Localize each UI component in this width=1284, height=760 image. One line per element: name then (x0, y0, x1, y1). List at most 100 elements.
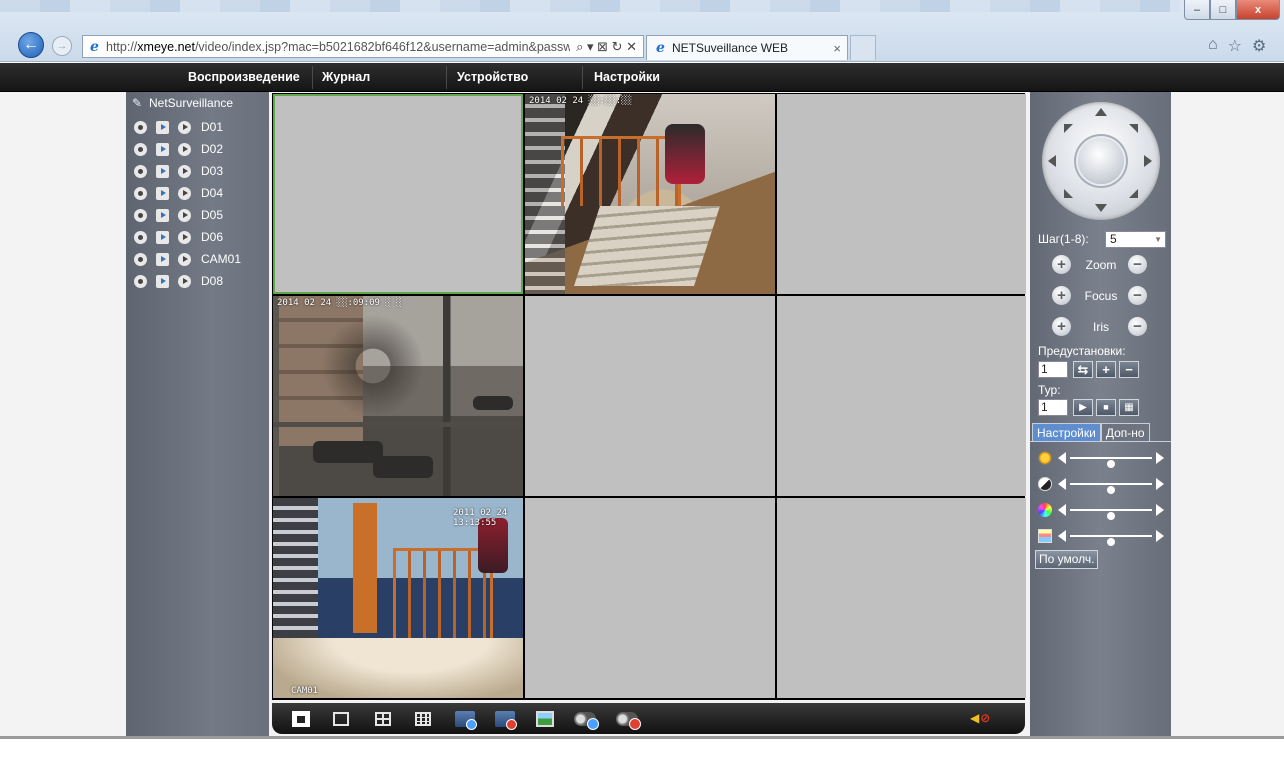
slider-track[interactable] (1070, 457, 1152, 468)
zoom-out-minus-icon[interactable]: − (1128, 255, 1147, 274)
increase-arrow-icon[interactable] (1156, 478, 1164, 490)
favorites-star-icon[interactable]: ☆ (1228, 36, 1242, 56)
channel-row[interactable]: D05 (134, 206, 223, 224)
channel-row[interactable]: D02 (134, 140, 223, 158)
open-arrow-icon[interactable] (178, 230, 191, 244)
browser-tab[interactable]: e NETSuveillance WEB × (646, 35, 848, 60)
step-select[interactable]: 5 (1105, 231, 1166, 248)
channel-row[interactable]: D03 (134, 162, 223, 180)
preset-add-button[interactable]: + (1096, 361, 1116, 378)
address-bar[interactable]: e http://xmeye.net/video/index.jsp?mac=b… (82, 35, 644, 58)
open-arrow-icon[interactable] (178, 274, 191, 288)
play-icon[interactable] (156, 120, 169, 134)
slider-knob[interactable] (1107, 460, 1115, 468)
start-record-button[interactable] (574, 709, 599, 730)
slider-knob[interactable] (1107, 512, 1115, 520)
increase-arrow-icon[interactable] (1156, 504, 1164, 516)
increase-arrow-icon[interactable] (1156, 530, 1164, 542)
play-icon[interactable] (156, 142, 169, 156)
tab-extra[interactable]: Доп-но (1100, 423, 1150, 442)
iris-plus-icon[interactable]: + (1052, 317, 1071, 336)
address-bar-actions[interactable]: ⌕ ▾ ⊠ ↻ ✕ (570, 39, 643, 55)
slider-knob[interactable] (1107, 486, 1115, 494)
slider-knob[interactable] (1107, 538, 1115, 546)
preset-remove-button[interactable]: − (1119, 361, 1139, 378)
url-text[interactable]: http://xmeye.net/video/index.jsp?mac=b50… (106, 40, 570, 54)
ptz-right-arrow-icon[interactable] (1144, 155, 1152, 167)
play-icon[interactable] (156, 208, 169, 222)
stop-record-button[interactable] (616, 709, 641, 730)
video-cell-9[interactable] (777, 498, 1026, 698)
record-dot-icon[interactable] (134, 120, 147, 134)
slider-track[interactable] (1070, 535, 1152, 546)
zoom-in-plus-icon[interactable]: + (1052, 255, 1071, 274)
layout-9-button[interactable] (412, 709, 434, 729)
play-icon[interactable] (156, 186, 169, 200)
layout-1-button[interactable] (330, 709, 352, 729)
ptz-control-wheel[interactable] (1042, 102, 1160, 220)
record-dot-icon[interactable] (134, 164, 147, 178)
video-cell-8[interactable] (525, 498, 775, 698)
ptz-center-button[interactable] (1078, 138, 1124, 184)
play-icon[interactable] (156, 274, 169, 288)
video-grid[interactable]: 2014 02 24 ░░:░░:░░ 2014 02 24 ░░:09:09 … (272, 93, 1026, 700)
tour-grid-button[interactable]: ▦ (1119, 399, 1139, 416)
slider-track[interactable] (1070, 509, 1152, 520)
menu-device[interactable]: Устройство (457, 63, 528, 92)
open-arrow-icon[interactable] (178, 142, 191, 156)
slider-track[interactable] (1070, 483, 1152, 494)
open-all-button[interactable] (454, 709, 477, 730)
open-arrow-icon[interactable] (178, 208, 191, 222)
record-dot-icon[interactable] (134, 274, 147, 288)
video-cell-6[interactable] (777, 296, 1026, 496)
decrease-arrow-icon[interactable] (1058, 530, 1066, 542)
focus-minus-icon[interactable]: − (1128, 286, 1147, 305)
tree-root[interactable]: ✎ NetSurveillance (132, 96, 233, 110)
ptz-down-left-arrow-icon[interactable] (1064, 189, 1073, 198)
sound-toggle-button[interactable]: ◀ ⊘ (970, 711, 990, 725)
menu-playback[interactable]: Воспроизведение (188, 63, 300, 92)
video-cell-1[interactable] (273, 94, 523, 294)
ptz-left-arrow-icon[interactable] (1048, 155, 1056, 167)
ptz-up-arrow-icon[interactable] (1095, 108, 1107, 116)
tour-stop-button[interactable]: ■ (1096, 399, 1116, 416)
video-cell-2[interactable]: 2014 02 24 ░░:░░:░░ (525, 94, 775, 294)
tab-settings[interactable]: Настройки (1032, 423, 1101, 442)
settings-gear-icon[interactable]: ⚙ (1252, 36, 1266, 56)
play-icon[interactable] (156, 230, 169, 244)
maximize-button[interactable]: □ (1210, 0, 1236, 20)
channel-row[interactable]: D06 (134, 228, 223, 246)
increase-arrow-icon[interactable] (1156, 452, 1164, 464)
tab-close-button[interactable]: × (833, 41, 841, 56)
ptz-up-left-arrow-icon[interactable] (1064, 124, 1073, 133)
open-arrow-icon[interactable] (178, 164, 191, 178)
brightness-slider[interactable] (1038, 450, 1164, 468)
new-tab-button[interactable] (850, 35, 876, 60)
home-icon[interactable]: ⌂ (1208, 36, 1218, 56)
open-arrow-icon[interactable] (178, 186, 191, 200)
record-dot-icon[interactable] (134, 142, 147, 156)
tour-play-button[interactable]: ▶ (1073, 399, 1093, 416)
ptz-down-right-arrow-icon[interactable] (1129, 189, 1138, 198)
channel-row[interactable]: D04 (134, 184, 223, 202)
minimize-button[interactable]: – (1184, 0, 1210, 20)
video-cell-3[interactable] (777, 94, 1026, 294)
hue-slider[interactable] (1038, 528, 1164, 546)
snapshot-button[interactable] (534, 709, 556, 729)
fullscreen-button[interactable] (290, 709, 312, 729)
record-dot-icon[interactable] (134, 208, 147, 222)
contrast-slider[interactable] (1038, 476, 1164, 494)
channel-row[interactable]: D08 (134, 272, 223, 290)
saturation-slider[interactable] (1038, 502, 1164, 520)
video-cell-7[interactable]: 2011 02 24 13:13:55 CAM01 (273, 498, 523, 698)
ptz-up-right-arrow-icon[interactable] (1129, 124, 1138, 133)
layout-4-button[interactable] (372, 709, 394, 729)
decrease-arrow-icon[interactable] (1058, 504, 1066, 516)
record-dot-icon[interactable] (134, 186, 147, 200)
channel-row[interactable]: CAM01 (134, 250, 241, 268)
video-cell-4[interactable]: 2014 02 24 ░░:09:09 ░ ░ (273, 296, 523, 496)
default-settings-button[interactable]: По умолч. (1035, 550, 1099, 569)
open-arrow-icon[interactable] (178, 252, 191, 266)
preset-goto-button[interactable]: ⇆ (1073, 361, 1093, 378)
tour-number-input[interactable]: 1 (1038, 399, 1068, 416)
